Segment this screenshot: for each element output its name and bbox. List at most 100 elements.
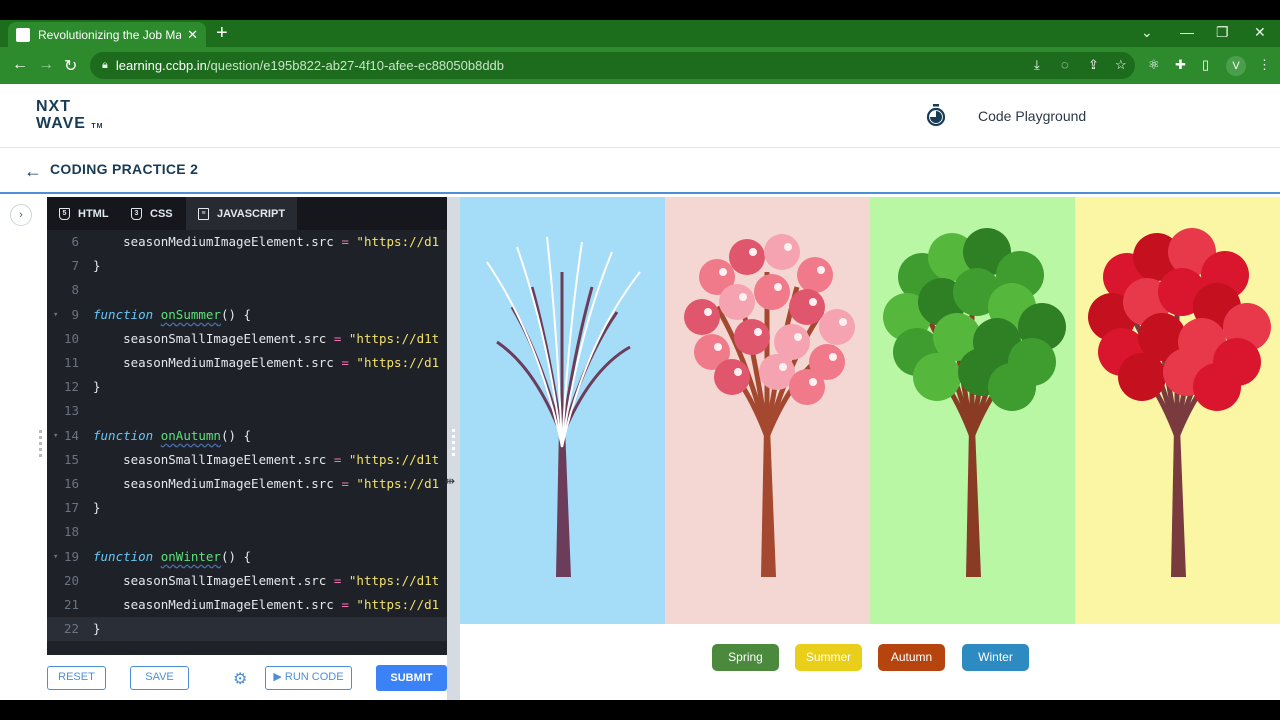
drag-handle-icon[interactable] [39,430,42,460]
code-token: () { [220,548,252,564]
code-line[interactable]: 10 seasonSmallImageElement.src = "https:… [47,327,447,351]
code-token: "https://d1 [356,476,440,491]
tab-title: Revolutionizing the Job Market | [38,27,182,42]
js-file-icon: ≡ [198,207,209,220]
autumn-tree-image [1075,197,1280,624]
line-number: 14 [63,427,79,443]
pane-splitter[interactable] [447,197,460,700]
line-number: 19 [63,548,79,564]
browser-tab-strip: Revolutionizing the Job Market | ✕ + ⌄ —… [0,20,1280,47]
html5-icon: 5 [59,207,70,220]
line-number: 6 [71,234,79,249]
tab-close-icon[interactable]: ✕ [187,27,198,43]
address-bar[interactable]: 🔒︎ learning.ccbp.in /question/e195b822-a… [90,52,1135,79]
run-code-button[interactable]: ▶ RUN CODE [265,666,352,690]
reset-button[interactable]: RESET [47,666,106,690]
line-number: 7 [71,258,79,274]
code-line[interactable]: 8 [47,278,447,302]
line-number: 12 [63,379,79,395]
spring-tree-image [665,197,870,624]
submit-button[interactable]: SUBMIT [376,665,447,691]
expand-panel-button[interactable]: › [10,204,32,226]
url-path: /question/e195b822-ab27-4f10-afee-ec8805… [206,58,505,73]
code-line[interactable]: ▾ 9 function onSummer() { [47,303,447,327]
close-window-icon[interactable]: ✕ [1254,24,1266,41]
summer-button[interactable]: Summer [795,644,862,671]
editor-tabs: 5 HTML 3 CSS ≡ JAVASCRIPT [47,197,447,230]
line-number: 17 [63,500,79,516]
restore-icon[interactable]: ❐ [1216,24,1229,41]
tab-javascript-label: JAVASCRIPT [217,207,286,220]
code-token: "https://d1t [348,451,440,467]
install-icon[interactable]: ⤓ [1034,57,1040,73]
settings-gear-icon[interactable]: ⚙ [233,669,247,689]
code-token: onSummer [160,306,221,322]
splitter-grip-icon[interactable] [452,429,455,459]
profile-avatar[interactable]: V [1226,56,1246,76]
line-number: 13 [63,403,79,419]
code-line[interactable]: 7} [47,254,447,278]
forward-icon[interactable]: → [38,56,54,74]
winter-button[interactable]: Winter [962,644,1029,671]
top-letterbox [0,0,1280,20]
share-icon[interactable]: ⇪ [1088,57,1099,73]
menu-kebab-icon[interactable]: ⋮ [1258,57,1271,73]
eye-off-icon[interactable]: ◌ [1061,57,1069,72]
lock-icon: 🔒︎ [102,59,108,71]
bottom-letterbox [0,700,1280,720]
code-line[interactable]: 12} [47,375,447,399]
favicon-icon [16,27,30,42]
line-number: 15 [63,451,79,467]
tab-html[interactable]: 5 HTML [47,197,121,230]
code-line[interactable]: 21 seasonMediumImageElement.src = "https… [47,593,447,617]
code-line[interactable]: 6 seasonMediumImageElement.src = "https:… [47,230,447,254]
practice-title: CODING PRACTICE 2 [50,161,199,177]
code-line[interactable]: ▾ 14 function onAutumn() { [47,424,447,448]
browser-tab[interactable]: Revolutionizing the Job Market | ✕ [8,22,206,47]
winter-tree-image [460,197,665,624]
screen: Revolutionizing the Job Market | ✕ + ⌄ —… [0,0,1280,720]
extensions-puzzle-icon[interactable]: ✚ [1175,57,1186,73]
code-line[interactable]: 13 [47,399,447,423]
code-token: = [341,476,349,491]
save-button[interactable]: SAVE [130,666,189,690]
side-panel-icon[interactable]: ▯ [1202,57,1209,73]
nxtwave-logo[interactable]: NXT WAVE TM [36,98,104,135]
back-icon[interactable]: ← [12,56,28,74]
reload-icon[interactable]: ↻ [64,56,77,76]
back-arrow-icon[interactable]: ← [24,161,42,182]
tab-search-icon[interactable]: ⌄ [1141,24,1153,41]
autumn-button[interactable]: Autumn [878,644,945,671]
code-line[interactable]: 16 seasonMediumImageElement.src = "https… [47,472,447,496]
stopwatch-icon[interactable] [926,104,946,126]
code-line[interactable]: 18 [47,520,447,544]
code-line[interactable]: ▾ 19 function onWinter() { [47,545,447,569]
line-number: 16 [63,476,79,491]
minimize-icon[interactable]: — [1180,24,1194,40]
tab-javascript[interactable]: ≡ JAVASCRIPT [186,197,298,230]
code-text: seasonMediumImageElement.src = "https://… [93,593,439,617]
code-token: "https://d1t [348,330,440,346]
react-extension-icon[interactable]: ⚛ [1148,57,1160,73]
line-number: 10 [63,330,79,346]
code-line[interactable]: 22} [47,617,447,642]
line-number: 8 [71,282,79,298]
code-line[interactable]: 20 seasonSmallImageElement.src = "https:… [47,569,447,593]
code-line[interactable]: 17} [47,496,447,520]
code-area[interactable]: 6 seasonMediumImageElement.src = "https:… [47,230,447,655]
spring-button[interactable]: Spring [712,644,779,671]
code-playground-link[interactable]: Code Playground [978,108,1086,124]
code-token: = [341,234,349,249]
tab-css[interactable]: 3 CSS [119,197,185,230]
code-text: seasonMediumImageElement.src = "https://… [93,230,439,254]
code-line[interactable]: 11 seasonMediumImageElement.src = "https… [47,351,447,375]
code-token: } [93,500,101,516]
new-tab-button[interactable]: + [216,23,228,43]
line-number: 9 [71,306,79,322]
code-line[interactable]: 15 seasonSmallImageElement.src = "https:… [47,448,447,472]
bookmark-star-icon[interactable]: ☆ [1115,57,1127,73]
